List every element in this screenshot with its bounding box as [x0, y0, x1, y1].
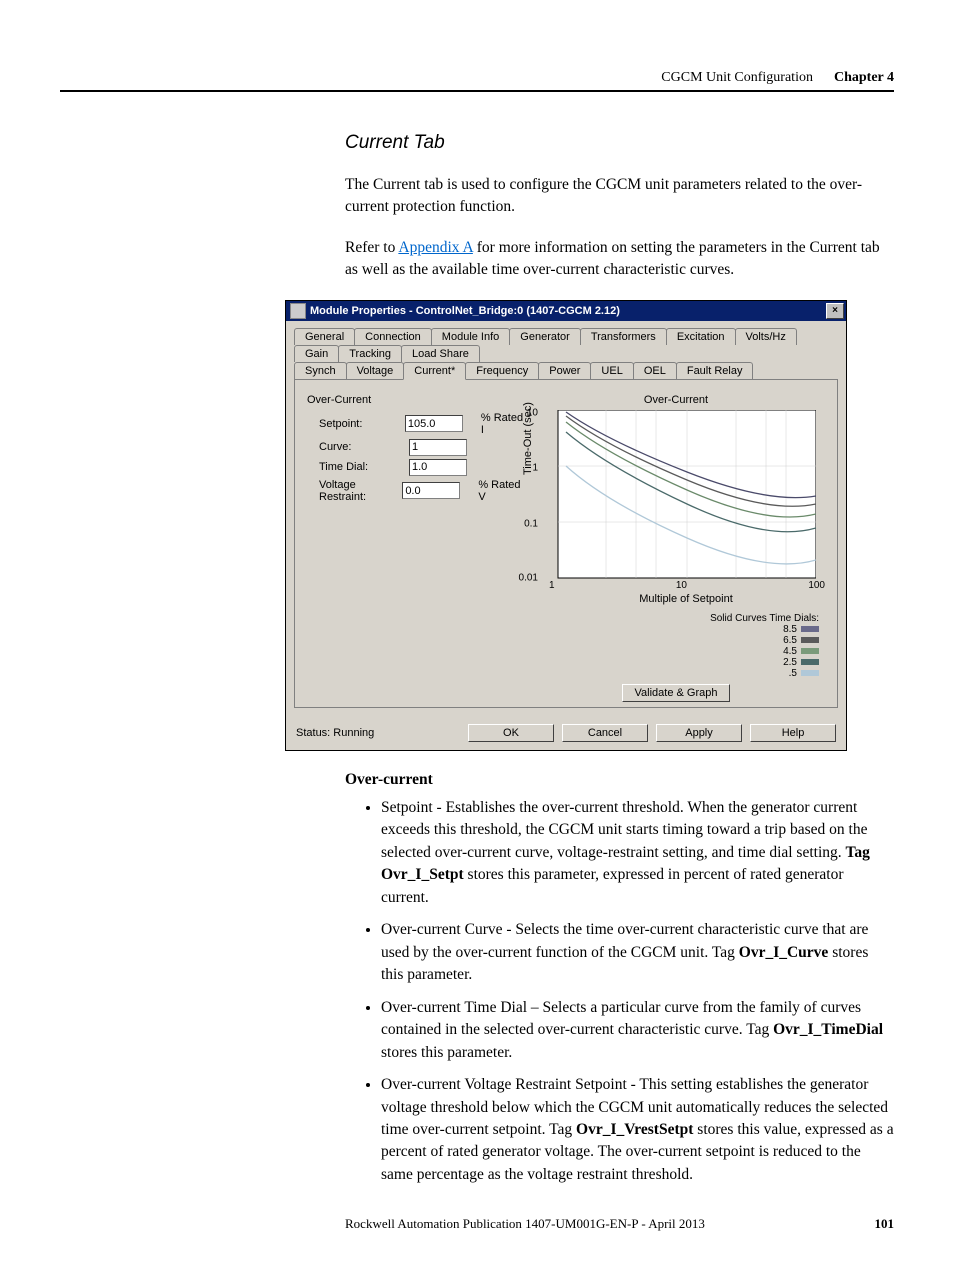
tab-synch[interactable]: Synch [294, 362, 347, 380]
header-section: CGCM Unit Configuration [661, 70, 813, 85]
tab-tracking[interactable]: Tracking [338, 345, 402, 362]
tab-uel[interactable]: UEL [590, 362, 633, 380]
tab-frequency[interactable]: Frequency [465, 362, 539, 380]
tab-fault-relay[interactable]: Fault Relay [676, 362, 754, 380]
cancel-button[interactable]: Cancel [562, 724, 648, 742]
vrest-label: Voltage Restraint: [307, 479, 402, 503]
curve-input[interactable] [409, 439, 467, 456]
tab-oel[interactable]: OEL [633, 362, 677, 380]
tab-power[interactable]: Power [538, 362, 591, 380]
vrest-input[interactable] [402, 482, 460, 499]
tab-gain[interactable]: Gain [294, 345, 339, 362]
ok-button[interactable]: OK [468, 724, 554, 742]
dialog-titlebar: Module Properties - ControlNet_Bridge:0 … [286, 301, 846, 321]
vrest-unit: % Rated V [478, 479, 527, 503]
intro-paragraph-2: Refer to Appendix A for more information… [345, 237, 894, 282]
group-label: Over-Current [307, 394, 527, 406]
tab-generator[interactable]: Generator [509, 328, 581, 345]
setpoint-input[interactable] [405, 415, 463, 432]
setpoint-unit: % Rated I [481, 412, 527, 436]
overcurrent-list: Setpoint - Establishes the over-current … [345, 797, 894, 1187]
tab-module-info[interactable]: Module Info [431, 328, 510, 345]
chart-title: Over-Current [527, 394, 825, 406]
help-button[interactable]: Help [750, 724, 836, 742]
dialog-screenshot: Module Properties - ControlNet_Bridge:0 … [285, 300, 847, 751]
list-item: Over-current Voltage Restraint Setpoint … [381, 1074, 894, 1186]
tab-panel-current: Over-Current Setpoint: % Rated I Curve: [294, 379, 838, 708]
tab-volts-hz[interactable]: Volts/Hz [735, 328, 797, 345]
list-item: Setpoint - Establishes the over-current … [381, 797, 894, 909]
window-icon [290, 303, 306, 319]
validate-button[interactable]: Validate & Graph [622, 684, 731, 702]
tab-transformers[interactable]: Transformers [580, 328, 667, 345]
tab-load-share[interactable]: Load Share [401, 345, 480, 362]
legend-row: .5 [527, 668, 819, 679]
chart-xticks: 1 10 100 [527, 580, 825, 591]
chart-xlabel: Multiple of Setpoint [527, 593, 825, 605]
curve-label: Curve: [307, 441, 409, 453]
legend-row: 8.5 [527, 624, 819, 635]
tab-connection[interactable]: Connection [354, 328, 432, 345]
apply-button[interactable]: Apply [656, 724, 742, 742]
tab-voltage[interactable]: Voltage [346, 362, 405, 380]
dialog-title: Module Properties - ControlNet_Bridge:0 … [310, 305, 620, 317]
chart-plot: Time-Out (sec) 10 1 0.1 0.01 [536, 410, 816, 580]
timedial-input[interactable] [409, 459, 467, 476]
page-header: CGCM Unit Configuration Chapter 4 [60, 70, 894, 92]
section-title: Current Tab [345, 132, 894, 154]
page-number: 101 [875, 1216, 895, 1232]
list-item: Over-current Time Dial – Selects a parti… [381, 997, 894, 1064]
chart-legend: Solid Curves Time Dials: 8.56.54.52.5.5 [527, 613, 825, 679]
tab-excitation[interactable]: Excitation [666, 328, 736, 345]
intro-paragraph-1: The Current tab is used to configure the… [345, 174, 894, 219]
timedial-label: Time Dial: [307, 461, 409, 473]
list-item: Over-current Curve - Selects the time ov… [381, 919, 894, 986]
tabs-row-2: SynchVoltageCurrent*FrequencyPowerUELOEL… [294, 361, 838, 379]
tab-general[interactable]: General [294, 328, 355, 345]
status-text: Status: Running [296, 727, 460, 739]
page-footer: Rockwell Automation Publication 1407-UM0… [60, 1216, 894, 1232]
close-icon[interactable]: × [826, 303, 844, 319]
overcurrent-heading: Over-current [345, 771, 894, 789]
setpoint-label: Setpoint: [307, 418, 405, 430]
legend-row: 2.5 [527, 657, 819, 668]
legend-row: 6.5 [527, 635, 819, 646]
tab-current-[interactable]: Current* [403, 362, 466, 380]
publication-info: Rockwell Automation Publication 1407-UM0… [345, 1216, 705, 1232]
appendix-link[interactable]: Appendix A [398, 239, 473, 256]
header-chapter: Chapter 4 [834, 70, 894, 85]
legend-row: 4.5 [527, 646, 819, 657]
dialog-footer: Status: Running OK Cancel Apply Help [286, 716, 846, 750]
tabs-row-1: GeneralConnectionModule InfoGeneratorTra… [294, 327, 838, 361]
